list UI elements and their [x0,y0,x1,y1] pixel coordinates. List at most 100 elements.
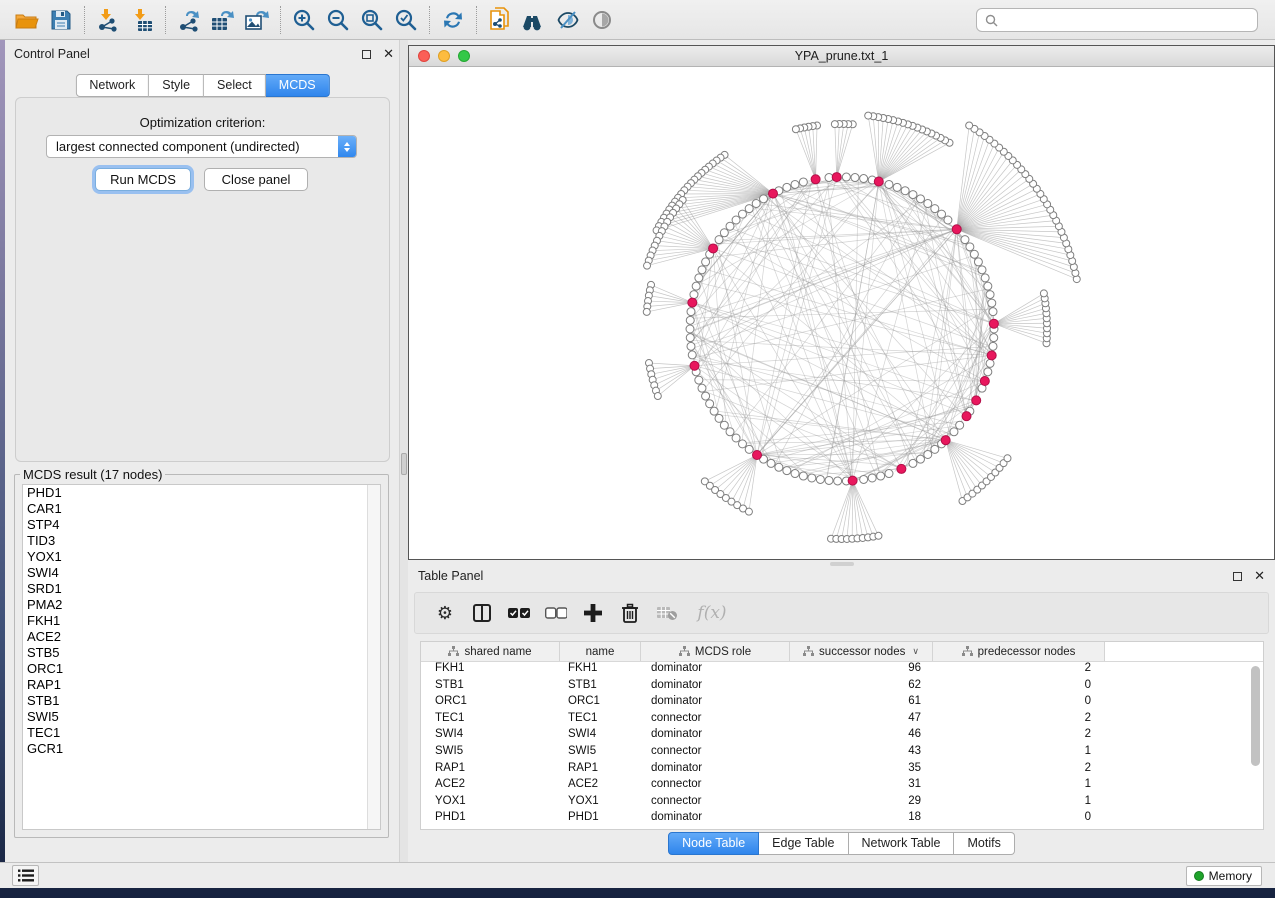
save-session-button[interactable] [44,4,78,36]
table-row[interactable]: YOX1YOX1connector291 [421,795,1263,812]
mcds-result-list[interactable]: PHD1CAR1STP4TID3YOX1SWI4SRD1PMA2FKH1ACE2… [22,484,381,830]
table-row[interactable]: ORC1ORC1dominator610 [421,695,1263,712]
network-node[interactable] [877,472,885,480]
mcds-node[interactable] [874,177,883,186]
network-window-titlebar[interactable]: YPA_prune.txt_1 [409,46,1274,67]
network-node[interactable] [775,463,783,471]
hide-details-button[interactable] [551,4,585,36]
network-node[interactable] [988,299,996,307]
network-node[interactable] [698,384,706,392]
network-node[interactable] [978,266,986,274]
network-node[interactable] [924,450,932,458]
network-node[interactable] [643,308,650,315]
mcds-node[interactable] [709,244,718,253]
tab-node-table[interactable]: Node Table [668,832,759,855]
result-node[interactable]: CAR1 [23,501,380,517]
search-box[interactable] [976,8,1258,32]
mcds-node[interactable] [688,298,697,307]
network-node[interactable] [865,112,872,119]
network-node[interactable] [986,291,994,299]
network-node[interactable] [875,532,882,539]
network-node[interactable] [931,205,939,213]
zoom-fit-button[interactable] [355,4,389,36]
table-row[interactable]: PHD1PHD1dominator180 [421,811,1263,828]
result-node[interactable]: PMA2 [23,597,380,613]
table-row[interactable]: SWI4SWI4dominator462 [421,728,1263,745]
network-node[interactable] [692,282,700,290]
result-node[interactable]: STB5 [23,645,380,661]
network-node[interactable] [924,200,932,208]
network-node[interactable] [956,421,964,429]
network-node[interactable] [791,180,799,188]
network-node[interactable] [745,445,753,453]
export-table-button[interactable] [206,4,240,36]
network-node[interactable] [720,421,728,429]
result-node[interactable]: YOX1 [23,549,380,565]
network-node[interactable] [986,359,994,367]
column-header-successor-nodes[interactable]: successor nodes∨ [790,642,933,661]
network-node[interactable] [825,476,833,484]
horizontal-splitter-handle[interactable] [830,562,854,566]
network-node[interactable] [860,175,868,183]
zoom-in-button[interactable] [287,4,321,36]
table-row[interactable]: ACE2ACE2connector311 [421,778,1263,795]
network-node[interactable] [706,400,714,408]
network-node[interactable] [695,274,703,282]
tab-style[interactable]: Style [149,74,204,97]
task-history-button[interactable] [12,865,39,886]
splitter-handle[interactable] [401,453,407,475]
network-graph[interactable] [409,67,1275,559]
deselect-all-rows-button[interactable] [544,601,568,625]
tab-select[interactable]: Select [204,74,266,97]
network-node[interactable] [808,474,816,482]
network-node[interactable] [644,262,651,269]
optimization-criterion-select[interactable]: largest connected component (undirected) [46,135,357,158]
search-input[interactable] [1003,13,1249,27]
network-node[interactable] [687,342,695,350]
network-node[interactable] [1040,290,1047,297]
network-node[interactable] [654,393,661,400]
network-node[interactable] [1004,455,1011,462]
mcds-node[interactable] [962,412,971,421]
network-node[interactable] [885,180,893,188]
network-node[interactable] [831,121,838,128]
zoom-selected-button[interactable] [389,4,423,36]
network-node[interactable] [901,187,909,195]
table-row[interactable]: FKH1FKH1dominator962 [421,662,1263,679]
network-node[interactable] [938,210,946,218]
open-file-button[interactable] [10,4,44,36]
mcds-node[interactable] [768,189,777,198]
network-node[interactable] [720,229,728,237]
network-node[interactable] [760,195,768,203]
tab-network-table[interactable]: Network Table [849,832,955,855]
mcds-node[interactable] [753,451,762,460]
network-node[interactable] [816,475,824,483]
network-node[interactable] [909,459,917,467]
function-builder-button[interactable]: f(x) [692,601,732,625]
network-node[interactable] [767,459,775,467]
table-row[interactable]: RAP1RAP1dominator352 [421,762,1263,779]
result-node[interactable]: SWI4 [23,565,380,581]
tab-edge-table[interactable]: Edge Table [759,832,848,855]
mcds-node[interactable] [690,361,699,370]
network-node[interactable] [687,308,695,316]
network-node[interactable] [989,308,997,316]
table-row[interactable]: TEC1TEC1connector472 [421,712,1263,729]
result-node[interactable]: TID3 [23,533,380,549]
mcds-node[interactable] [972,396,981,405]
network-node[interactable] [799,472,807,480]
network-node[interactable] [834,477,842,485]
network-node[interactable] [868,474,876,482]
close-table-panel-icon[interactable]: ✕ [1254,571,1265,581]
network-node[interactable] [909,191,917,199]
export-network-button[interactable] [172,4,206,36]
network-node[interactable] [970,250,978,258]
network-node[interactable] [984,368,992,376]
network-node[interactable] [966,122,973,129]
import-network-button[interactable] [91,4,125,36]
delete-table-button[interactable] [655,601,679,625]
network-node[interactable] [783,183,791,191]
network-node[interactable] [702,258,710,266]
network-node[interactable] [783,467,791,475]
network-node[interactable] [990,334,998,342]
